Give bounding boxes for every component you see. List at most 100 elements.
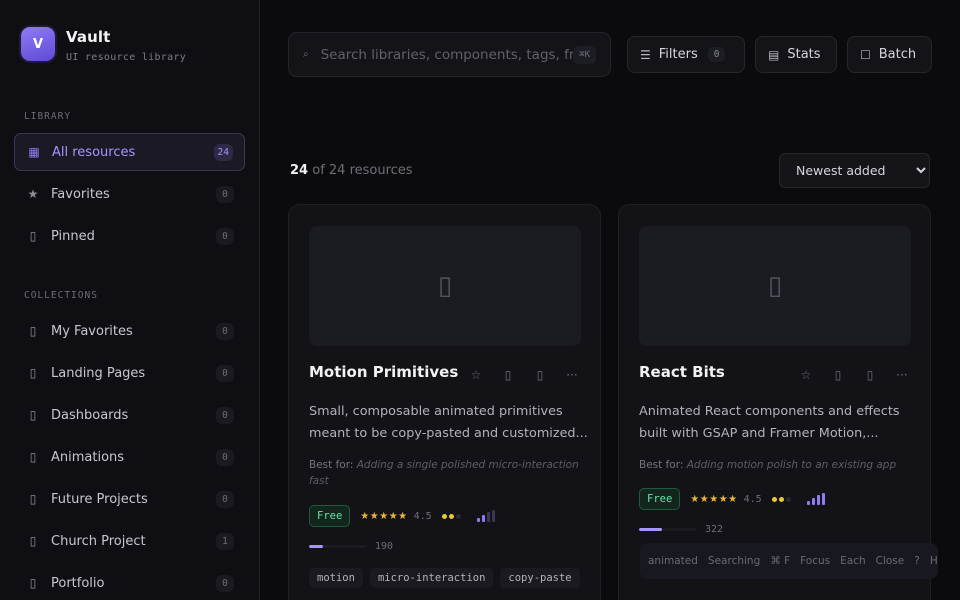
sidebar-item-dashboards[interactable]: ▯ Dashboards 0	[14, 396, 245, 434]
count-badge: 0	[216, 574, 234, 592]
batch-button[interactable]: ☐ Batch	[847, 36, 932, 73]
search-bar[interactable]: ⌕ ⌘K	[288, 32, 611, 77]
copy-icon[interactable]: ▯	[854, 368, 886, 382]
app-subtitle: UI resource library	[66, 52, 187, 63]
help-link[interactable]: Help	[930, 555, 938, 567]
sidebar-item-label: Pinned	[51, 228, 95, 244]
more-icon[interactable]: ···	[886, 368, 918, 382]
rating-stars: ★★★★★	[690, 493, 738, 505]
result-count: 24 of 24 resources	[290, 163, 413, 178]
sort-select[interactable]: Newest added	[779, 153, 930, 188]
count-badge: 0	[216, 448, 234, 466]
tag-list: motion micro-interaction copy-paste	[309, 568, 587, 588]
sidebar-item-favorites[interactable]: ★ Favorites 0	[14, 175, 245, 213]
count-badge: 24	[213, 143, 233, 161]
collections-section-title: COLLECTIONS	[24, 290, 98, 301]
pin-icon[interactable]: ▯	[822, 368, 854, 382]
card-title[interactable]: React Bits	[639, 363, 725, 381]
app-name: Vault	[66, 28, 111, 46]
card-title[interactable]: Motion Primitives	[309, 363, 458, 381]
popularity-fill	[309, 545, 324, 548]
pin-icon[interactable]: ▯	[492, 368, 524, 382]
brand[interactable]: V Vault UI resource library	[21, 27, 186, 63]
best-for: Best for: Adding a single polished micro…	[309, 457, 589, 489]
card-thumbnail[interactable]: ▯	[639, 226, 911, 346]
hint-item: ⌘ F	[770, 555, 791, 567]
library-section-title: LIBRARY	[24, 111, 72, 122]
hint-item: Focus	[800, 555, 831, 567]
folder-icon: ▯	[29, 492, 37, 506]
keyboard-hint-bar: animated Searching ⌘ F Focus Each Close …	[640, 543, 938, 579]
count-badge: 1	[216, 532, 234, 550]
popularity-bar	[639, 528, 696, 531]
sidebar-item-label: Landing Pages	[51, 365, 146, 381]
sidebar-item-animations[interactable]: ▯ Animations 0	[14, 438, 245, 476]
checkbox-icon: ☐	[860, 47, 871, 62]
favorite-star-icon[interactable]: ☆	[460, 368, 492, 382]
sidebar-item-all-resources[interactable]: ▦ All resources 24	[14, 133, 245, 171]
sidebar-item-pinned[interactable]: ▯ Pinned 0	[14, 217, 245, 255]
sidebar-item-label: Dashboards	[51, 407, 129, 423]
grid-icon: ▦	[28, 145, 40, 159]
tag[interactable]: copy-paste	[500, 568, 580, 588]
popularity: 322	[639, 524, 723, 535]
sidebar-item-landing-pages[interactable]: ▯ Landing Pages 0	[14, 354, 245, 392]
best-for-label: Best for:	[639, 459, 684, 471]
sidebar-item-label: All resources	[52, 144, 136, 160]
rating-stars: ★★★★★	[360, 510, 408, 522]
star-icon: ★	[27, 187, 39, 201]
hint-item: Close	[875, 555, 905, 567]
popularity-count: 190	[375, 541, 394, 552]
result-total: of 24 resources	[312, 163, 413, 178]
sidebar-item-label: Church Project	[51, 533, 146, 549]
chart-icon: ▤	[768, 47, 780, 62]
hint-item: ?	[914, 555, 920, 567]
pin-icon: ▯	[29, 229, 37, 243]
image-placeholder-icon: ▯	[437, 271, 453, 301]
favorite-star-icon[interactable]: ☆	[790, 368, 822, 382]
folder-icon: ▯	[29, 450, 37, 464]
sidebar-item-future-projects[interactable]: ▯ Future Projects 0	[14, 480, 245, 518]
filter-icon: ☰	[640, 47, 651, 62]
hint-item: animated	[648, 555, 698, 567]
sidebar-item-portfolio[interactable]: ▯ Portfolio 0	[14, 564, 245, 600]
stats-button[interactable]: ▤ Stats	[755, 36, 837, 73]
hint-item: Searching	[707, 555, 761, 567]
folder-icon: ▯	[29, 408, 37, 422]
copy-icon[interactable]: ▯	[524, 368, 556, 382]
rating-value: 4.5	[413, 510, 432, 522]
filters-button[interactable]: ☰ Filters 0	[627, 36, 745, 73]
search-icon: ⌕	[303, 49, 309, 60]
sidebar: V Vault UI resource library LIBRARY ▦ Al…	[0, 0, 260, 600]
tag[interactable]: micro-interaction	[369, 568, 494, 588]
folder-icon: ▯	[29, 366, 37, 380]
card-description: Animated React components and effects bu…	[639, 404, 900, 441]
hint-item: Each	[840, 555, 866, 567]
count-badge: 0	[216, 227, 234, 245]
tag[interactable]: motion	[309, 568, 363, 588]
image-placeholder-icon: ▯	[767, 271, 783, 301]
signal-bars-icon	[806, 493, 827, 505]
filters-count: 0	[707, 47, 726, 62]
sidebar-item-church-project[interactable]: ▯ Church Project 1	[14, 522, 245, 560]
stats-label: Stats	[787, 47, 821, 62]
resource-card[interactable]: ▯ React Bits ☆ ▯ ▯ ··· Animated React co…	[618, 204, 931, 600]
folder-icon: ▯	[29, 576, 37, 590]
best-for: Best for: Adding motion polish to an exi…	[639, 457, 919, 473]
sidebar-item-label: Animations	[51, 449, 125, 465]
card-meta: Free ★★★★★ 4.5	[309, 505, 497, 527]
card-description: Small, composable animated primitives me…	[309, 404, 588, 441]
count-badge: 0	[216, 490, 234, 508]
rating-value: 4.5	[743, 493, 762, 505]
difficulty-dots	[771, 496, 793, 502]
sidebar-item-my-favorites[interactable]: ▯ My Favorites 0	[14, 312, 245, 350]
more-icon[interactable]: ···	[556, 368, 588, 382]
popularity-count: 322	[705, 524, 724, 535]
popularity-bar	[309, 545, 366, 548]
result-shown: 24	[290, 163, 309, 178]
resource-card[interactable]: ▯ Motion Primitives ☆ ▯ ▯ ··· Small, com…	[288, 204, 601, 600]
price-badge: Free	[309, 505, 351, 527]
sidebar-item-label: My Favorites	[51, 323, 133, 339]
card-thumbnail[interactable]: ▯	[309, 226, 581, 346]
search-input[interactable]	[320, 46, 574, 63]
